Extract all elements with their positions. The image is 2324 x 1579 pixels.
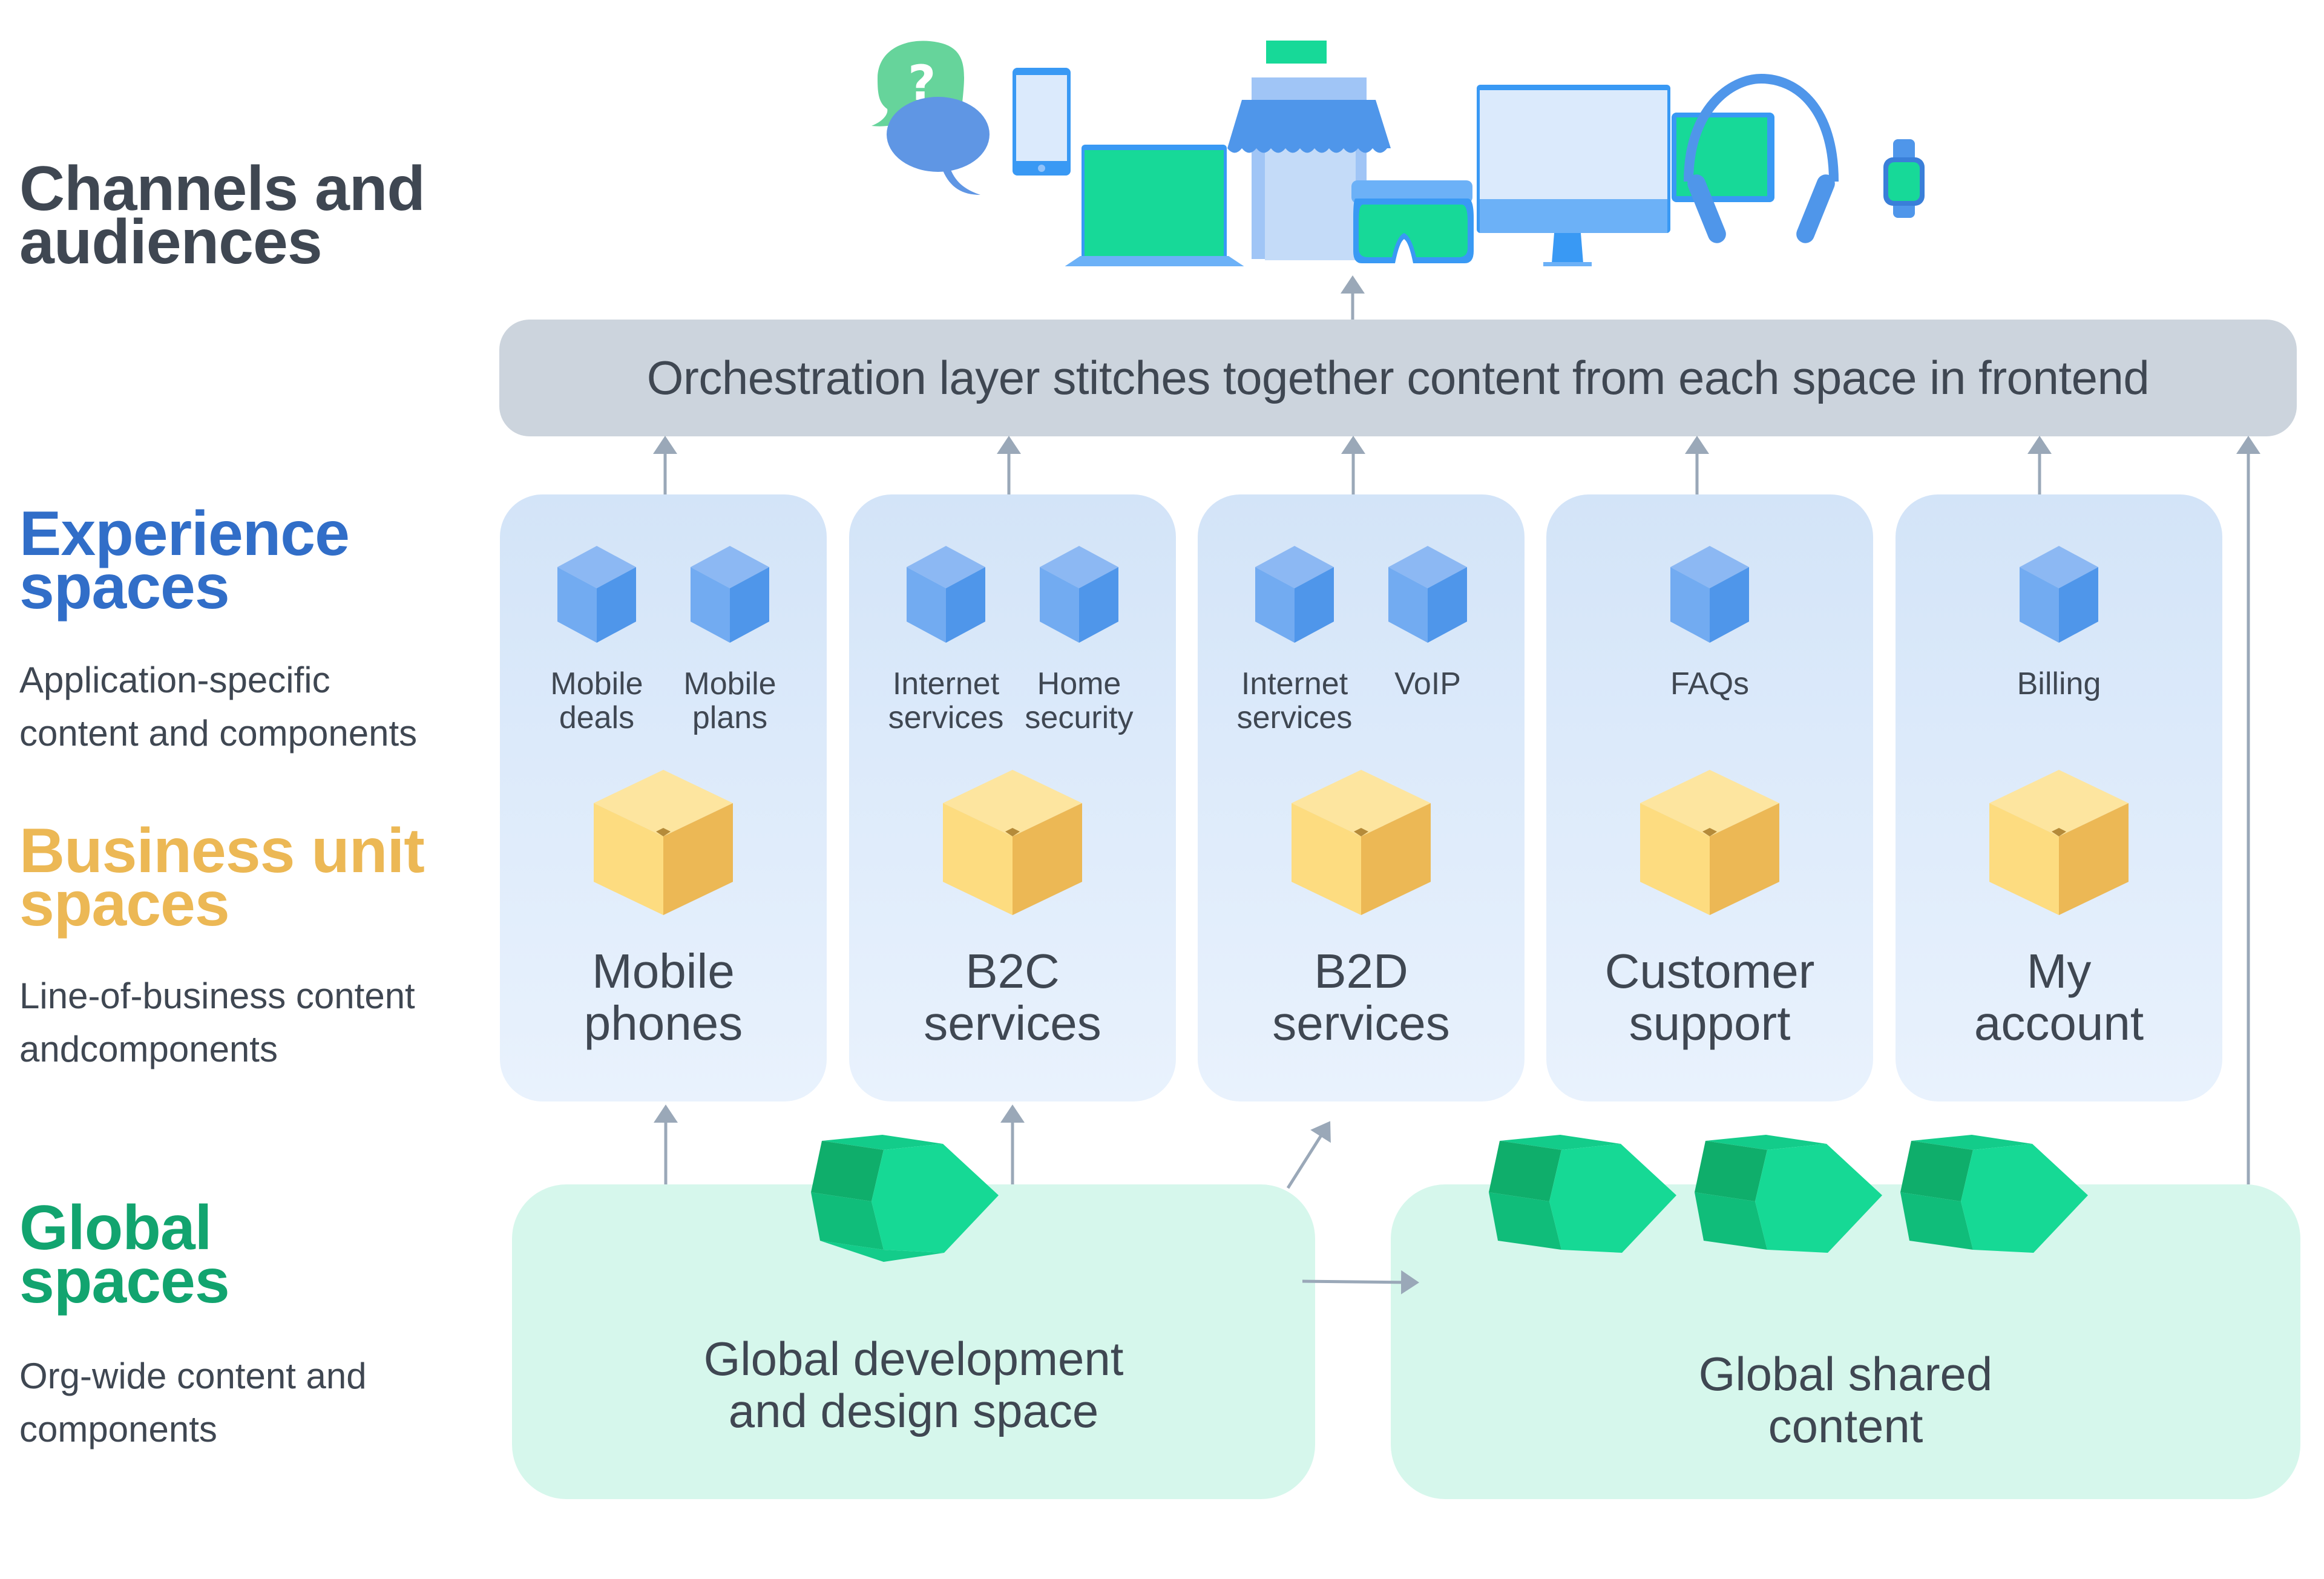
business-unit-cube-icon [943, 770, 1082, 915]
business-unit-label: B2D services [1272, 944, 1450, 1050]
global-space-label: Global shared content [1698, 1347, 1993, 1453]
chat-bubbles-icon: ? [872, 41, 990, 195]
smartphone-icon [1013, 68, 1071, 176]
channels-title: Channels and audiences [19, 154, 425, 277]
experience-space-label: Internet services [1236, 666, 1353, 735]
arrow-global-to-b2d [1286, 1121, 1331, 1189]
global-hexagon-icon [1695, 1135, 1882, 1253]
business-unit-cube-icon [1640, 770, 1779, 915]
experience-cube-icon [1255, 546, 1334, 643]
orchestration-layer: Orchestration layer stitches together co… [499, 320, 2297, 436]
experience-cube-icon [1040, 546, 1118, 643]
laptop-icon [1065, 145, 1244, 266]
business-unit-cube-icon [594, 770, 733, 915]
experience-space[interactable]: Mobile deals [539, 546, 654, 735]
experience-cube-icon [691, 546, 769, 643]
experience-space[interactable]: FAQs [1652, 546, 1767, 701]
experience-space[interactable]: VoIP [1370, 546, 1485, 735]
vr-headset-icon [1351, 180, 1474, 263]
experience-space-label: Mobile plans [683, 666, 776, 735]
experience-spaces-row: Mobile deals Mobile plans [500, 546, 827, 735]
global-spaces-title: Global spaces [19, 1193, 230, 1316]
experience-space-label: Billing [2017, 666, 2101, 701]
experience-cube-icon [907, 546, 985, 643]
experience-spaces-row: Internet services Home security [849, 546, 1176, 735]
orchestration-label: Orchestration layer stitches together co… [646, 351, 2150, 404]
experience-spaces-row: Billing [1896, 546, 2222, 701]
experience-space-label: VoIP [1394, 666, 1461, 701]
space-column-b2d-services[interactable]: Internet services VoIP B2D services [1198, 494, 1525, 1101]
space-column-mobile-phones[interactable]: Mobile deals Mobile plans Mobile phones [500, 494, 827, 1101]
experience-space[interactable]: Billing [2001, 546, 2116, 701]
experience-cube-icon [1388, 546, 1467, 643]
global-space-label: Global development and design space [703, 1332, 1124, 1437]
experience-spaces-title: Experience spaces [19, 499, 350, 622]
experience-space-label: FAQs [1670, 666, 1750, 701]
smartwatch-icon [1883, 139, 1925, 218]
channels-illustration: ? [872, 41, 1925, 266]
global-hexagon-icon [1900, 1135, 2088, 1253]
global-spaces-description: Org-wide content and components [19, 1356, 367, 1449]
experience-spaces-row: FAQs [1546, 546, 1873, 701]
business-unit-spaces-title: Business unit spaces [19, 816, 425, 939]
desktop-monitor-icon [1477, 85, 1670, 266]
experience-space[interactable]: Mobile plans [672, 546, 787, 735]
global-hexagon-icon [1489, 1135, 1676, 1253]
experience-cube-icon [1670, 546, 1749, 643]
space-column-b2c-services[interactable]: Internet services Home security B2C serv… [849, 494, 1176, 1101]
experience-spaces-row: Internet services VoIP [1198, 546, 1525, 735]
business-unit-cube-icon [1292, 770, 1431, 915]
global-hexagon-icon [811, 1135, 999, 1262]
experience-space-label: Home security [1025, 666, 1134, 735]
space-column-my-account[interactable]: Billing My account [1896, 494, 2222, 1101]
experience-space[interactable]: Home security [1022, 546, 1137, 735]
business-unit-label: B2C services [924, 944, 1101, 1050]
experience-space[interactable]: Internet services [888, 546, 1003, 735]
experience-cube-icon [557, 546, 636, 643]
business-unit-label: My account [1974, 944, 2144, 1050]
experience-cube-icon [2020, 546, 2098, 643]
business-unit-label: Customer support [1604, 944, 1815, 1050]
experience-space-label: Mobile deals [550, 666, 643, 735]
business-unit-spaces-description: Line-of-business content andcomponents [19, 976, 415, 1069]
space-column-customer-support[interactable]: FAQs Customer support [1546, 494, 1873, 1101]
experience-space-label: Internet services [888, 666, 1004, 735]
experience-space[interactable]: Internet services [1237, 546, 1352, 735]
experience-spaces-description: Application-specific content and compone… [19, 660, 418, 753]
business-unit-cube-icon [1989, 770, 2129, 915]
business-unit-label: Mobile phones [583, 944, 743, 1050]
